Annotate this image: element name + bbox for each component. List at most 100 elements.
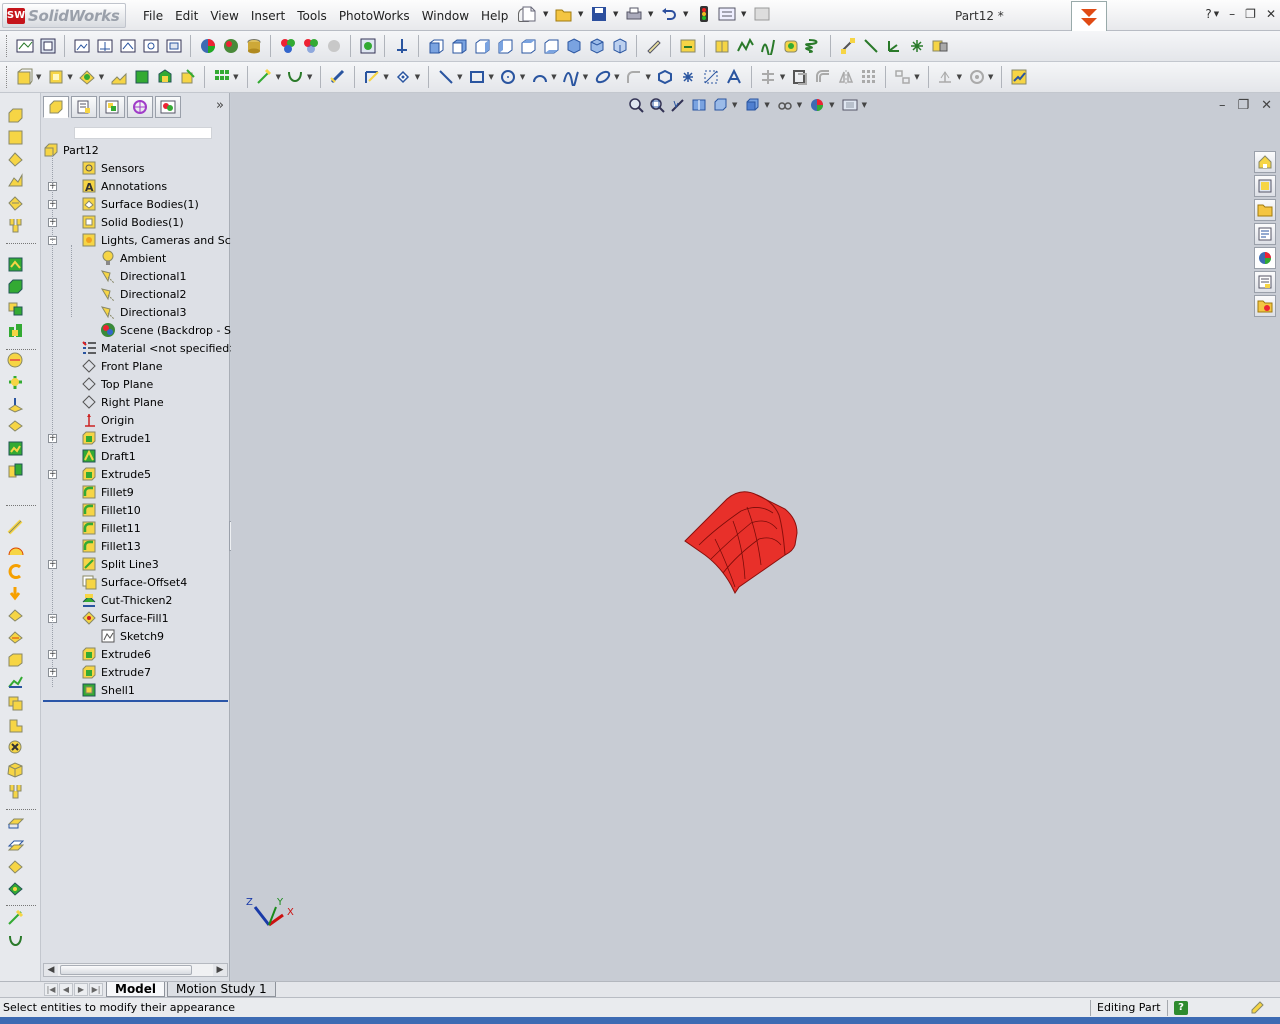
loft-icon[interactable] — [781, 37, 800, 56]
zoom-to-fit-icon[interactable] — [627, 96, 645, 114]
tree-item[interactable]: Cut-Thicken2 — [81, 591, 172, 609]
draft-icon[interactable] — [7, 418, 24, 435]
mirror-icon[interactable] — [7, 563, 24, 580]
mirror-entities-icon[interactable] — [836, 68, 855, 87]
linear-pattern-icon[interactable] — [859, 68, 878, 87]
curve-tools-icon[interactable] — [7, 909, 24, 927]
dimetric-view-icon[interactable] — [610, 37, 629, 56]
solidworks-resources-tab[interactable] — [1254, 151, 1276, 173]
tree-item[interactable]: Directional3 — [100, 303, 187, 321]
decals-icon[interactable] — [244, 37, 263, 56]
axis-icon[interactable] — [861, 37, 880, 56]
tree-item[interactable]: Front Plane — [81, 357, 163, 375]
trim-icon[interactable] — [759, 68, 778, 87]
new-document-dropdown-icon[interactable]: ▼ — [543, 10, 550, 18]
feature-4-icon[interactable] — [109, 68, 128, 87]
revolved-cut-icon[interactable] — [7, 278, 24, 295]
dimxpertmanager-tab[interactable] — [127, 96, 153, 118]
edit-appearance-icon[interactable] — [808, 96, 826, 114]
combine-icon[interactable] — [7, 695, 24, 712]
feature-1-icon[interactable] — [15, 68, 34, 87]
swept-cut-icon[interactable] — [7, 300, 24, 317]
repair-sketch-icon[interactable] — [967, 68, 986, 87]
feature-7-icon[interactable] — [178, 68, 197, 87]
relations-dropdown-icon[interactable]: ▼ — [957, 73, 962, 81]
helix-spiral-icon[interactable] — [286, 68, 305, 87]
tree-item[interactable]: Extrude7 — [81, 663, 151, 681]
right-view-icon[interactable] — [495, 37, 514, 56]
tree-item[interactable]: Right Plane — [81, 393, 164, 411]
minimize-button[interactable]: – — [1229, 7, 1235, 21]
rebuild-status-icon[interactable] — [1250, 998, 1266, 1017]
feature-3-dropdown-icon[interactable]: ▼ — [99, 73, 104, 81]
tree-item[interactable]: Top Plane — [81, 375, 153, 393]
graphics-area[interactable]: ▼ ▼ ▼ ▼ ▼ – ❐ ✕ Z X Y — [231, 93, 1280, 981]
photoworks-disabled-icon[interactable] — [324, 37, 343, 56]
view-orientation-2-icon[interactable] — [95, 37, 114, 56]
scroll-left-icon[interactable]: ◀ — [44, 964, 58, 976]
convert-entities-icon[interactable] — [790, 68, 809, 87]
tree-item[interactable]: Fillet13 — [81, 537, 141, 555]
tree-item[interactable]: Shell1 — [81, 681, 135, 699]
feature-1-dropdown-icon[interactable]: ▼ — [36, 73, 41, 81]
document-recovery-tab[interactable] — [1254, 295, 1276, 317]
feature-3-icon[interactable] — [78, 68, 97, 87]
ellipse-dropdown-icon[interactable]: ▼ — [614, 73, 619, 81]
trim-dropdown-icon[interactable]: ▼ — [780, 73, 785, 81]
hide-show-dropdown-icon[interactable]: ▼ — [797, 101, 802, 109]
menu-edit[interactable]: Edit — [169, 7, 204, 25]
fillet-icon[interactable] — [7, 352, 24, 369]
extruded-boss-icon[interactable] — [712, 37, 731, 56]
view-palette-tab[interactable] — [1254, 223, 1276, 245]
prev-tab-icon[interactable]: ◀ — [59, 983, 73, 996]
quick-tips-help-icon[interactable]: ? — [1174, 1000, 1188, 1015]
viewport-minimize-icon[interactable]: – — [1219, 98, 1226, 113]
tree-item[interactable]: A Annotations — [81, 177, 167, 195]
spline-sketch-icon[interactable] — [562, 68, 581, 87]
tab-model[interactable]: Model — [106, 982, 166, 997]
undo-icon[interactable] — [660, 5, 678, 23]
tree-item[interactable]: Surface-Offset4 — [81, 573, 187, 591]
circle-icon[interactable] — [499, 68, 518, 87]
photoworks-preview-icon[interactable] — [301, 37, 320, 56]
rollback-bar[interactable] — [43, 700, 228, 702]
arc-icon[interactable] — [530, 68, 549, 87]
section-view-icon[interactable] — [690, 96, 708, 114]
tree-item[interactable]: Ambient — [100, 249, 166, 267]
move-entities-icon[interactable] — [893, 68, 912, 87]
isometric-view-icon[interactable] — [564, 37, 583, 56]
polygon-icon[interactable] — [656, 68, 675, 87]
surface-fill-icon[interactable] — [7, 858, 24, 875]
tree-item[interactable]: Fillet10 — [81, 501, 141, 519]
open-folder-icon[interactable] — [555, 5, 573, 23]
sketch-fillet-tool-icon[interactable] — [624, 68, 643, 87]
pattern-dropdown-icon[interactable]: ▼ — [233, 73, 238, 81]
split-icon[interactable] — [7, 717, 24, 734]
menu-photoworks[interactable]: PhotoWorks — [333, 7, 416, 25]
scene-dropdown-icon[interactable]: ▼ — [862, 101, 867, 109]
sketch-fillet-icon[interactable] — [678, 37, 697, 56]
tree-item[interactable]: Directional2 — [100, 285, 187, 303]
tree-item[interactable]: Surface Bodies(1) — [81, 195, 199, 213]
tree-item[interactable]: Sensors — [81, 159, 144, 177]
tree-item[interactable]: Extrude6 — [81, 645, 151, 663]
trimetric-view-icon[interactable] — [587, 37, 606, 56]
tree-horizontal-scrollbar[interactable]: ◀ ▶ — [43, 963, 228, 977]
circle-dropdown-icon[interactable]: ▼ — [520, 73, 525, 81]
flex-icon[interactable] — [7, 607, 24, 624]
feature-2-icon[interactable] — [46, 68, 65, 87]
tree-item[interactable]: Origin — [81, 411, 134, 429]
options-icon[interactable] — [718, 5, 736, 23]
mate-reference-icon[interactable] — [930, 37, 949, 56]
helix-icon[interactable] — [804, 37, 823, 56]
measure-icon[interactable] — [644, 37, 663, 56]
cavity-icon[interactable] — [7, 761, 24, 778]
scroll-thumb[interactable] — [60, 965, 192, 975]
tree-item[interactable]: Material <not specified> — [81, 339, 238, 357]
move-entities-dropdown-icon[interactable]: ▼ — [914, 73, 919, 81]
scroll-right-icon[interactable]: ▶ — [213, 964, 227, 976]
rectangle-icon[interactable] — [468, 68, 487, 87]
options-dropdown-icon[interactable]: ▼ — [741, 10, 748, 18]
commandmanager-flyout-button[interactable] — [1071, 1, 1107, 35]
spline-dropdown-icon[interactable]: ▼ — [583, 73, 588, 81]
